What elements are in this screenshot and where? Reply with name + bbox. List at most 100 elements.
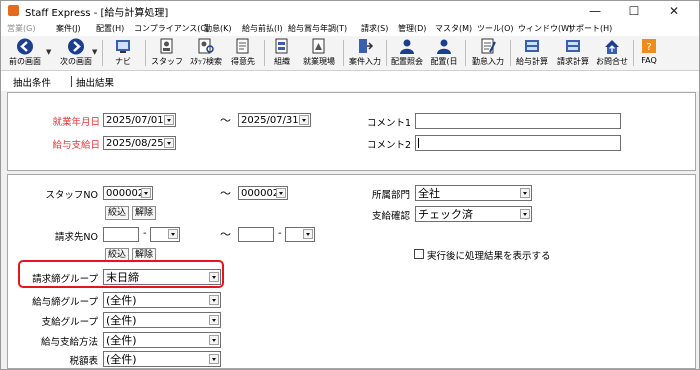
staff-clear-button[interactable]: 解除	[132, 206, 156, 220]
client-button[interactable]: 得意先	[227, 37, 259, 69]
staff-label: スタッフ	[151, 57, 183, 66]
menu-support[interactable]: サポート(H)	[568, 23, 612, 34]
client-from-code[interactable]	[103, 227, 139, 242]
navi-label: ナビ	[115, 57, 131, 66]
toolbar: 前の画面 ▼ 次の画面 ▼ ナビ スタッフ ｽﾀｯﾌ検索 得意先 組織 就業現場…	[1, 36, 699, 71]
dropdown-arrow-icon[interactable]	[164, 115, 174, 125]
close-button[interactable]: ✕	[658, 1, 690, 21]
staff-card-icon	[160, 38, 173, 54]
staff-search-button[interactable]: ｽﾀｯﾌ検索	[187, 37, 225, 69]
next-dropdown-icon[interactable]: ▼	[92, 48, 97, 56]
navi-button[interactable]: ナビ	[109, 37, 137, 69]
menu-bar: 営業(G) 案件(J) 配置(H) コンプライアンス(C) 勤怠(K) 給与前払…	[1, 21, 699, 36]
client-from-branch[interactable]	[150, 227, 180, 242]
assign-day-button[interactable]: 配置(日	[427, 37, 461, 69]
prev-screen-label: 前の画面	[9, 57, 41, 66]
dropdown-arrow-icon[interactable]	[303, 229, 313, 239]
menu-window[interactable]: ウィンドウ(W)	[518, 23, 572, 34]
dropdown-arrow-icon[interactable]	[276, 188, 286, 198]
contact-button[interactable]: お問合せ	[593, 37, 631, 69]
client-no-label: 請求先NO	[54, 232, 98, 243]
pay-date[interactable]: 2025/08/25	[103, 136, 176, 150]
dropdown-arrow-icon[interactable]	[299, 115, 309, 125]
comment2-label: コメント2	[366, 140, 411, 151]
navi-icon	[116, 40, 130, 53]
dropdown-arrow-icon[interactable]	[141, 188, 151, 198]
menu-compliance[interactable]: コンプライアンス(C)	[134, 23, 209, 34]
dept-select[interactable]: 全社	[415, 185, 532, 201]
menu-master[interactable]: マスタ(M)	[435, 23, 472, 34]
window-title: Staff Express - [給与計算処理]	[25, 8, 169, 19]
work-date-label: 就業年月日	[52, 117, 100, 128]
payment-group-select[interactable]: (全件)	[103, 312, 221, 328]
dropdown-arrow-icon[interactable]	[209, 335, 219, 345]
dropdown-arrow-icon[interactable]	[209, 315, 219, 325]
assign-day-icon	[437, 39, 451, 54]
billing-calc-button[interactable]: 請求計算	[554, 37, 592, 69]
next-screen-button[interactable]: 次の画面	[55, 37, 97, 69]
menu-sales[interactable]: 営業(G)	[7, 23, 35, 34]
staff-button[interactable]: スタッフ	[150, 37, 184, 69]
app-window: Staff Express - [給与計算処理] — ☐ ✕ 営業(G) 案件(…	[0, 0, 700, 370]
dropdown-arrow-icon[interactable]	[520, 188, 530, 198]
comment1-field[interactable]	[415, 113, 621, 129]
minimize-button[interactable]: —	[579, 1, 611, 21]
work-to-date[interactable]: 2025/07/31	[238, 113, 311, 127]
comment1-label: コメント1	[366, 118, 411, 129]
comment2-field[interactable]	[415, 135, 621, 151]
range-tilde: 〜	[220, 114, 231, 127]
menu-case[interactable]: 案件(J)	[56, 23, 81, 34]
billing-calc-label: 請求計算	[557, 57, 589, 66]
range-tilde: 〜	[220, 187, 231, 200]
client-to-branch[interactable]	[285, 227, 315, 242]
home-upload-icon	[605, 40, 619, 54]
maximize-button[interactable]: ☐	[618, 1, 650, 21]
tab-results[interactable]: 抽出結果	[76, 75, 114, 89]
faq-button[interactable]: ? FAQ	[637, 37, 661, 69]
staff-from-select[interactable]: 000002	[103, 186, 153, 200]
client-label: 得意先	[231, 57, 255, 66]
payment-method-select[interactable]: (全件)	[103, 332, 221, 348]
workplace-button[interactable]: 就業現場	[300, 37, 338, 69]
tax-table-select[interactable]: (全件)	[103, 351, 221, 367]
title-bar: Staff Express - [給与計算処理] — ☐ ✕	[1, 1, 699, 21]
dropdown-arrow-icon[interactable]	[168, 229, 178, 239]
menu-advance-pay[interactable]: 給与前払(I)	[242, 23, 283, 34]
forward-arrow-icon	[68, 38, 84, 55]
client-to-code[interactable]	[238, 227, 274, 242]
pay-confirm-select[interactable]: チェック済	[415, 206, 532, 222]
menu-tools[interactable]: ツール(O)	[477, 23, 514, 34]
payroll-calc-icon	[525, 40, 539, 52]
dropdown-arrow-icon[interactable]	[209, 354, 219, 364]
staff-no-label: スタッフNO	[45, 190, 98, 201]
app-logo-icon	[8, 5, 19, 16]
attendance-entry-button[interactable]: 勤怠入力	[469, 37, 507, 69]
back-arrow-icon	[17, 38, 33, 55]
tab-conditions[interactable]: 抽出条件	[13, 75, 51, 89]
menu-assign[interactable]: 配置(H)	[96, 23, 124, 34]
org-icon	[275, 38, 288, 54]
staff-narrow-button[interactable]: 絞込	[105, 206, 129, 220]
workplace-icon	[312, 38, 325, 54]
menu-payroll[interactable]: 給与賞与年調(T)	[288, 23, 347, 34]
show-result-checkbox[interactable]	[414, 249, 424, 259]
dropdown-arrow-icon[interactable]	[164, 138, 174, 148]
menu-admin[interactable]: 管理(D)	[398, 23, 426, 34]
staff-to-select[interactable]: 000002	[238, 186, 288, 200]
prev-dropdown-icon[interactable]: ▼	[46, 48, 51, 56]
tax-table-label: 税額表	[69, 356, 98, 367]
salary-group-label: 給与締グループ	[32, 297, 98, 308]
menu-attendance[interactable]: 勤怠(K)	[204, 23, 232, 34]
org-button[interactable]: 組織	[269, 37, 295, 69]
range-tilde: 〜	[220, 228, 231, 241]
case-entry-button[interactable]: 案件入力	[346, 37, 384, 69]
work-from-date[interactable]: 2025/07/01	[103, 113, 176, 127]
salary-group-select[interactable]: (全件)	[103, 292, 221, 308]
dropdown-arrow-icon[interactable]	[520, 209, 530, 219]
pay-date-label: 給与支給日	[52, 140, 100, 151]
prev-screen-button[interactable]: 前の画面	[3, 37, 47, 69]
menu-billing[interactable]: 請求(S)	[361, 23, 388, 34]
assign-inquiry-button[interactable]: 配置照会	[389, 37, 425, 69]
payroll-calc-button[interactable]: 給与計算	[513, 37, 551, 69]
dropdown-arrow-icon[interactable]	[209, 295, 219, 305]
